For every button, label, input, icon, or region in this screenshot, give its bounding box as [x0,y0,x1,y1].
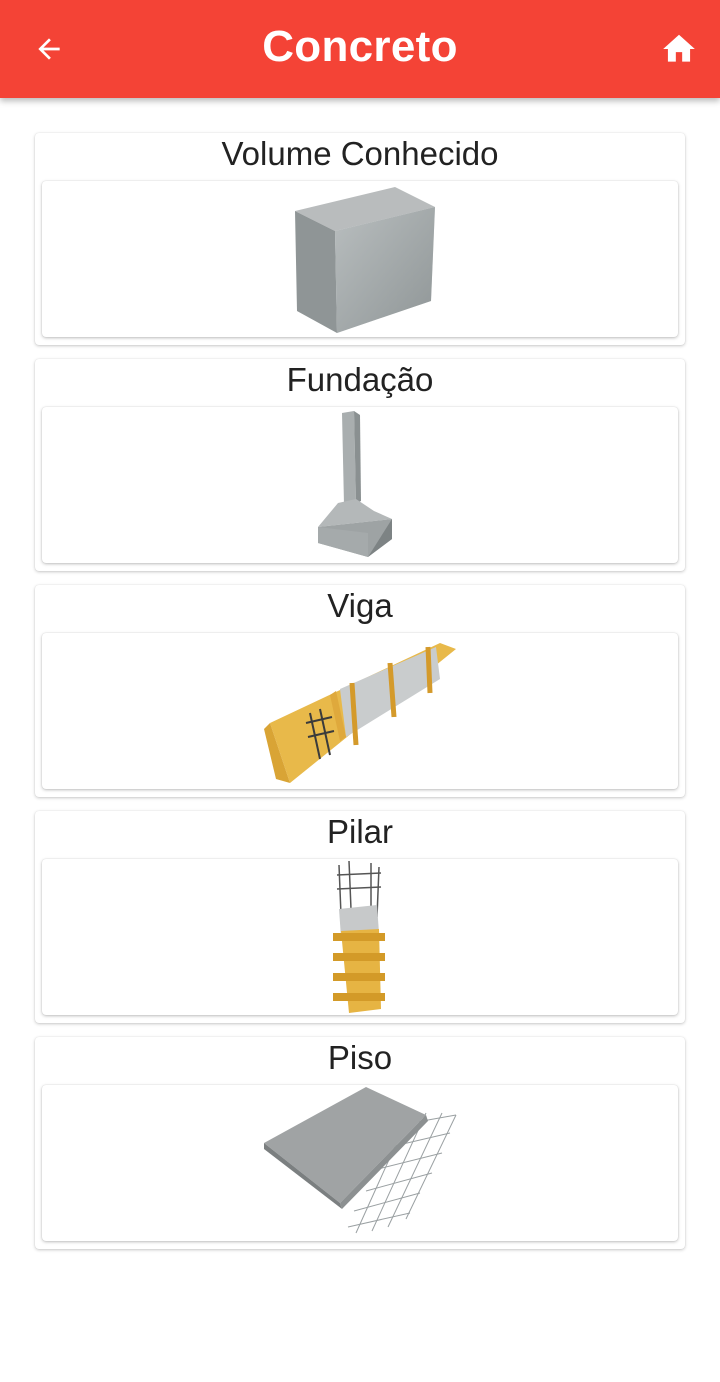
option-card-viga[interactable]: Viga [35,585,685,797]
option-card-fundacao[interactable]: Fundação [35,359,685,571]
option-label: Volume Conhecido [221,135,499,172]
option-card-pilar[interactable]: Pilar [35,811,685,1023]
option-label: Fundação [286,361,434,398]
home-button[interactable] [652,25,706,73]
option-image-frame [42,181,678,337]
option-card-volume-conhecido[interactable]: Volume Conhecido [35,133,685,345]
option-image-frame [42,633,678,789]
option-image-frame [42,407,678,563]
beam-formwork-icon [264,643,456,783]
foundation-footing-icon [318,411,392,557]
app-bar: Concreto [0,0,720,98]
option-card-piso[interactable]: Piso [35,1037,685,1249]
page-title: Concreto [262,22,458,71]
concrete-options-list: Volume Conhecido Fundação Viga Pilar Pis… [35,133,685,1263]
concrete-block-icon [295,187,435,333]
home-icon [663,34,695,62]
option-image-frame [42,1085,678,1241]
option-label: Viga [327,587,393,624]
floor-slab-icon [264,1087,457,1234]
pillar-formwork-icon [333,860,385,1013]
option-image-frame [42,859,678,1015]
option-label: Pilar [326,813,394,850]
option-label: Piso [327,1039,393,1076]
